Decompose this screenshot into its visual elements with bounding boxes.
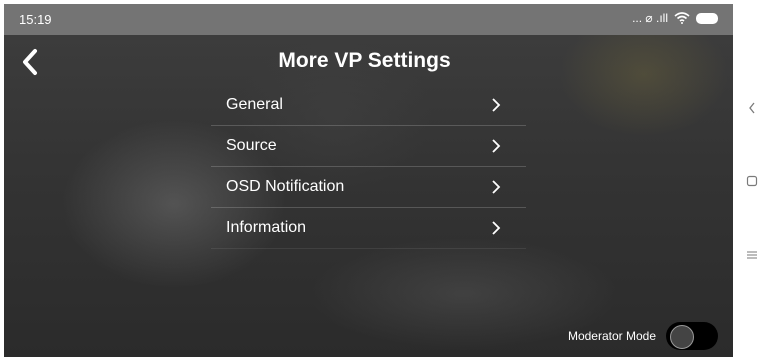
menu-item-osd-notification[interactable]: OSD Notification (211, 167, 526, 208)
nav-back-button[interactable] (741, 97, 763, 119)
toggle-knob (670, 325, 694, 349)
menu-item-label: Source (226, 137, 277, 154)
nav-menu-button[interactable] (741, 244, 763, 266)
chevron-right-icon (492, 139, 501, 153)
moderator-mode-row: Moderator Mode (568, 322, 718, 350)
menu-item-label: Information (226, 219, 307, 236)
home-icon (746, 175, 758, 187)
wifi-icon (674, 12, 690, 24)
chevron-right-icon (492, 98, 501, 112)
moderator-mode-label: Moderator Mode (567, 329, 656, 343)
menu-item-general[interactable]: General (211, 85, 526, 126)
menu-item-source[interactable]: Source (211, 126, 526, 167)
app-screen: 15:19 ... ⌀ .ıll More VP Settings Genera… (4, 4, 733, 357)
settings-menu: General Source OSD Notification Informat… (211, 85, 526, 249)
menu-item-label: General (226, 96, 283, 113)
moderator-mode-toggle[interactable] (666, 322, 718, 350)
battery-icon (696, 12, 718, 24)
system-nav-bar (733, 0, 771, 359)
menu-item-information[interactable]: Information (211, 208, 526, 249)
back-icon (749, 102, 755, 114)
status-icons: ... ⌀ .ıll (632, 11, 718, 25)
menu-item-label: OSD Notification (226, 178, 345, 195)
status-time: 15:19 (19, 12, 52, 27)
page-title: More VP Settings (278, 49, 451, 72)
menu-icon (747, 251, 757, 259)
nav-home-button[interactable] (741, 170, 763, 192)
status-bar: 15:19 ... ⌀ .ıll (4, 4, 733, 35)
status-indicators: ... ⌀ .ıll (632, 11, 668, 25)
chevron-right-icon (492, 180, 501, 194)
chevron-right-icon (492, 221, 501, 235)
